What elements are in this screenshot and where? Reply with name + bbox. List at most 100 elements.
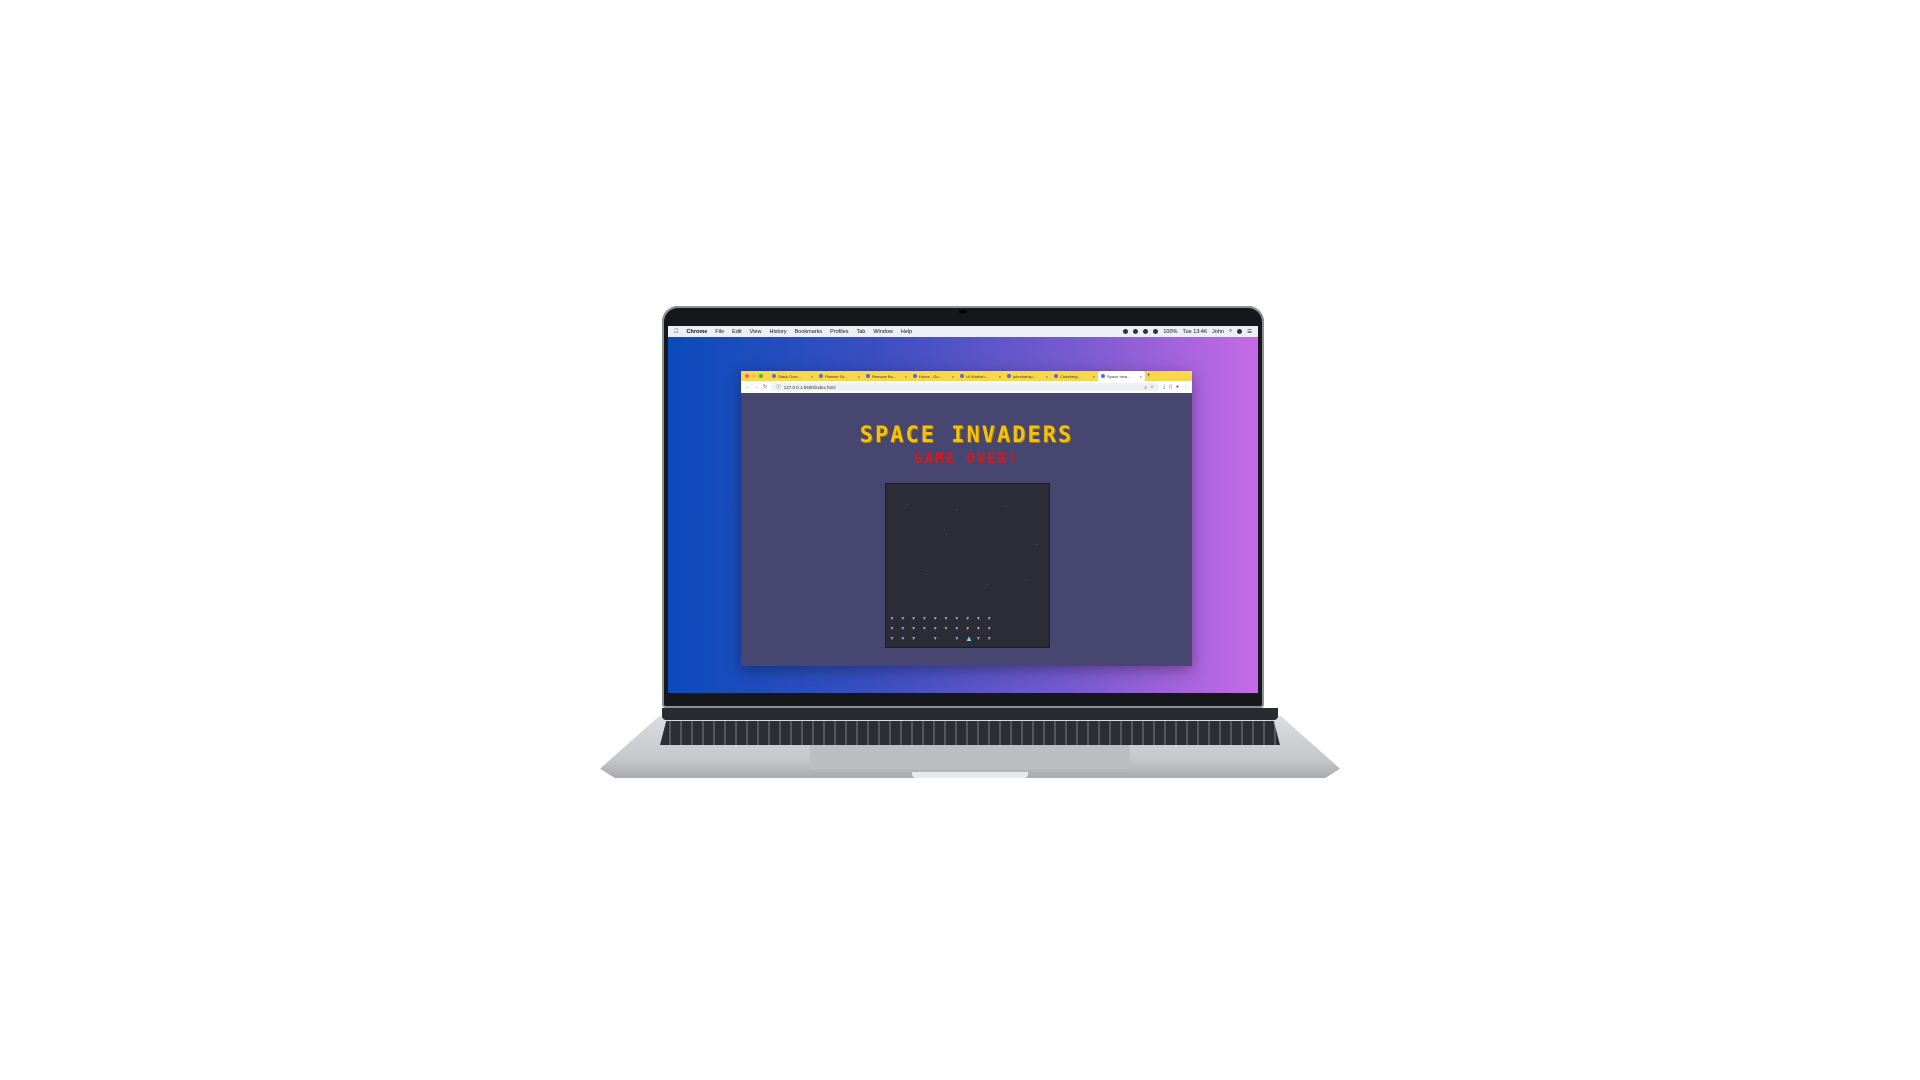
new-tab-icon[interactable]: + <box>1147 373 1151 379</box>
laptop-lid:  Chrome File Edit View History Bookmark… <box>662 306 1264 708</box>
minimize-window-icon[interactable] <box>752 374 756 378</box>
menu-help[interactable]: Help <box>901 329 912 335</box>
invader-icon: ▼ <box>986 636 992 642</box>
page-content: SPACE INVADERS GAME OVER! ▲ ▼ ▼ ▼ ▼ ▼ ▼ ▼ ▼ ▼ ▼ ▼ ▼… <box>741 411 1192 666</box>
reload-icon[interactable]: ↻ <box>763 384 767 390</box>
bookmark-star-icon[interactable]: ☆ <box>1150 384 1154 390</box>
star <box>956 509 957 510</box>
back-icon[interactable]: ← <box>745 384 750 390</box>
invader-icon: ▼ <box>954 626 960 632</box>
invader-icon: ▼ <box>965 626 971 632</box>
invader-icon: ▼ <box>900 636 906 642</box>
menu-history[interactable]: History <box>769 329 786 335</box>
site-info-icon[interactable]: ⓘ <box>776 384 781 390</box>
invader-icon: ▼ <box>911 616 917 622</box>
menu-window[interactable]: Window <box>873 329 893 335</box>
browser-window: Stack Over... × Planner Gr... × Remove Bu.… <box>741 371 1192 666</box>
invader-icon: ▼ <box>900 626 906 632</box>
invader-icon: ▼ <box>975 636 981 642</box>
tab-github[interactable]: johndoe/sp... × <box>1004 371 1051 381</box>
volume-icon[interactable] <box>1153 329 1159 334</box>
star <box>1036 544 1037 545</box>
game-canvas[interactable]: ▲ ▼ ▼ ▼ ▼ ▼ ▼ ▼ ▼ ▼ ▼ ▼ ▼ ▼ ▼ ▼ ▼ ▼ ▼ ▼ ▼ ▼ ▼ ▼ ▼ ▼ ▼ ▼ <box>885 483 1050 648</box>
microphone-icon[interactable] <box>1123 329 1129 334</box>
apple-menu-icon[interactable]:  <box>674 329 679 335</box>
close-tab-icon[interactable]: × <box>1140 374 1142 379</box>
tab-remove[interactable]: Remove Bu... × <box>863 371 910 381</box>
star <box>1026 579 1027 580</box>
star <box>986 584 987 585</box>
tab-planner[interactable]: Planner Gr... × <box>816 371 863 381</box>
invader-icon: ▼ <box>889 626 895 632</box>
game-title: SPACE INVADERS <box>859 423 1074 448</box>
invader-icon: ▼ <box>911 626 917 632</box>
maximize-window-icon[interactable] <box>759 374 763 378</box>
invader-icon: ▼ <box>921 616 927 622</box>
invader-icon: ▼ <box>943 616 949 622</box>
close-tab-icon[interactable]: × <box>811 374 813 379</box>
close-tab-icon[interactable]: × <box>952 374 954 379</box>
macos-menu-bar:  Chrome File Edit View History Bookmark… <box>668 326 1258 337</box>
user-name[interactable]: John <box>1212 329 1224 335</box>
url-text: 127.0.0.1:5500/index.html <box>783 384 836 390</box>
profile-icon[interactable]: ● <box>1176 384 1179 390</box>
tab-home[interactable]: Home - Go... × <box>910 371 957 381</box>
close-tab-icon[interactable]: × <box>1046 374 1048 379</box>
favicon-icon <box>819 374 823 378</box>
favicon-icon <box>866 374 870 378</box>
favicon-icon <box>1101 374 1105 378</box>
favicon-icon <box>1054 374 1058 378</box>
menu-file[interactable]: File <box>715 329 724 335</box>
search-icon[interactable]: ⌕ <box>1229 328 1232 335</box>
wifi-icon[interactable] <box>1143 329 1149 334</box>
clock[interactable]: Tue 13:46 <box>1182 329 1207 335</box>
invader-icon: ▼ <box>986 626 992 632</box>
hinge <box>662 708 1278 720</box>
screen-record-icon[interactable] <box>1133 329 1139 334</box>
menu-profiles[interactable]: Profiles <box>830 329 848 335</box>
address-bar[interactable]: ⓘ 127.0.0.1:5500/index.html ⌕ ☆ <box>771 383 1159 391</box>
trackpad <box>810 745 1130 769</box>
laptop-base <box>600 708 1340 786</box>
status-tray: 100% Tue 13:46 John ⌕ ☰ <box>1123 328 1252 335</box>
invader-icon: ▼ <box>932 616 938 622</box>
tab-stack-overflow[interactable]: Stack Over... × <box>769 371 816 381</box>
close-tab-icon[interactable]: × <box>905 374 907 379</box>
forward-icon[interactable]: → <box>754 384 759 390</box>
camera <box>959 310 967 313</box>
invader-icon: ▼ <box>943 626 949 632</box>
game-status: GAME OVER! <box>914 451 1019 467</box>
download-icon[interactable]: ⤓ <box>1163 384 1165 390</box>
invader-icon: ▼ <box>900 616 906 622</box>
close-window-icon[interactable] <box>745 374 749 378</box>
battery-percent[interactable]: 100% <box>1163 329 1177 335</box>
menu-kebab-icon[interactable]: ⋮ <box>1183 384 1188 390</box>
menu-edit[interactable]: Edit <box>732 329 741 335</box>
menu-tab[interactable]: Tab <box>856 329 865 335</box>
close-tab-icon[interactable]: × <box>999 374 1001 379</box>
star <box>946 534 947 535</box>
tab-ui-workshop[interactable]: UI Worksh... × <box>957 371 1004 381</box>
app-name-menu[interactable]: Chrome <box>687 329 708 335</box>
invader-icon: ▼ <box>965 616 971 622</box>
invader-icon: ▼ <box>932 636 938 642</box>
tab-codeberg[interactable]: Codeberg... × <box>1051 371 1098 381</box>
tab-space-invaders[interactable]: Space Inva... × <box>1098 371 1145 381</box>
favicon-icon <box>913 374 917 378</box>
window-controls <box>745 374 763 378</box>
close-tab-icon[interactable]: × <box>1093 374 1095 379</box>
side-panel-icon[interactable]: ▯ <box>1169 384 1172 390</box>
menu-bookmarks[interactable]: Bookmarks <box>795 329 823 335</box>
menu-view[interactable]: View <box>750 329 762 335</box>
close-tab-icon[interactable]: × <box>858 374 860 379</box>
control-center-icon[interactable] <box>1237 329 1243 334</box>
browser-toolbar: ← → ↻ ⓘ 127.0.0.1:5500/index.html ⌕ ☆ ⤓ … <box>741 381 1192 393</box>
laptop-screen:  Chrome File Edit View History Bookmark… <box>668 326 1258 693</box>
github-icon <box>1007 374 1011 378</box>
invader-icon: ▼ <box>911 636 917 642</box>
notification-icon[interactable]: ☰ <box>1247 329 1252 335</box>
lid-notch <box>912 772 1028 778</box>
invader-icon: ▼ <box>932 626 938 632</box>
star <box>1006 506 1007 507</box>
zoom-icon[interactable]: ⌕ <box>1144 385 1147 390</box>
